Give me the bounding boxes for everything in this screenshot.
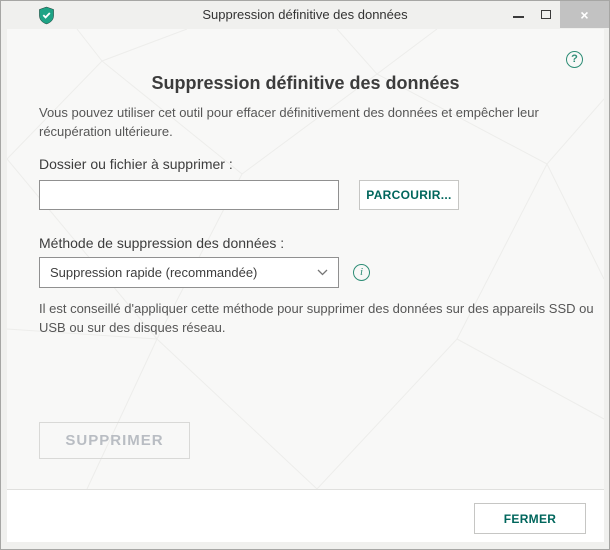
maximize-button[interactable] <box>532 1 560 28</box>
app-window: Suppression définitive des données × ? S… <box>0 0 610 550</box>
info-icon: i <box>359 266 364 278</box>
minimize-button[interactable] <box>504 1 532 28</box>
chevron-down-icon <box>317 269 328 276</box>
dialog-content: ? Suppression définitive des données Vou… <box>7 29 604 489</box>
tool-description: Vous pouvez utiliser cet outil pour effa… <box>39 105 539 139</box>
question-mark-icon: ? <box>571 53 578 65</box>
maximize-icon <box>541 10 551 19</box>
method-field-label: Méthode de suppression des données : <box>39 235 285 251</box>
help-button[interactable]: ? <box>566 51 583 68</box>
file-field-label: Dossier ou fichier à supprimer : <box>39 156 233 172</box>
delete-button[interactable]: SUPPRIMER <box>39 422 190 459</box>
method-dropdown[interactable]: Suppression rapide (recommandée) <box>39 257 339 288</box>
close-window-button[interactable]: × <box>560 1 609 28</box>
method-hint-text: Il est conseillé d'appliquer cette métho… <box>39 301 594 335</box>
window-controls: × <box>504 1 609 28</box>
dialog-footer: FERMER <box>7 489 604 542</box>
browse-button[interactable]: PARCOURIR... <box>359 180 459 210</box>
close-dialog-button[interactable]: FERMER <box>474 503 586 534</box>
method-selected-value: Suppression rapide (recommandée) <box>50 265 258 280</box>
titlebar: Suppression définitive des données × <box>1 1 609 29</box>
minimize-icon <box>512 15 524 18</box>
page-title: Suppression définitive des données <box>151 73 460 93</box>
file-path-input[interactable] <box>39 180 339 210</box>
close-icon: × <box>580 6 589 23</box>
method-info-button[interactable]: i <box>353 264 370 281</box>
